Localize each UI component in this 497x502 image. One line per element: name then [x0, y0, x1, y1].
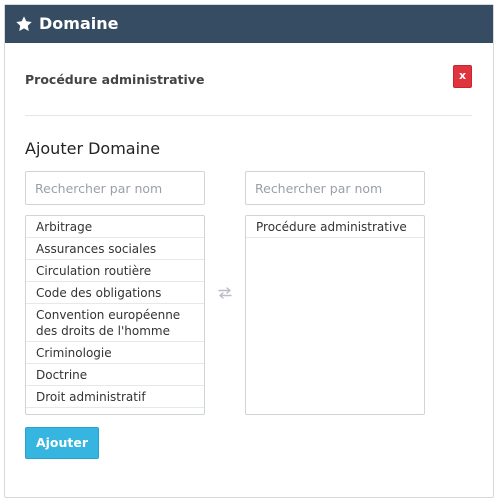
- list-item-arbitrage[interactable]: Arbitrage: [26, 216, 204, 238]
- remove-button[interactable]: x: [453, 65, 472, 88]
- list-item-droit-administratif[interactable]: Droit administratif: [26, 386, 204, 408]
- star-icon: [16, 16, 32, 32]
- selected-domains-list[interactable]: Procédure administrative: [245, 215, 425, 415]
- add-domain-button[interactable]: Ajouter: [25, 427, 99, 459]
- divider: [25, 115, 472, 116]
- panel-title: Domaine: [39, 14, 119, 33]
- list-item-doctrine[interactable]: Doctrine: [26, 364, 204, 386]
- list-item-procedure-administrative[interactable]: Procédure administrative: [246, 216, 424, 238]
- selected-item-title: Procédure administrative: [25, 72, 205, 87]
- list-item-assurances-sociales[interactable]: Assurances sociales: [26, 238, 204, 260]
- list-item-criminologie[interactable]: Criminologie: [26, 342, 204, 364]
- list-item-convention-europeenne[interactable]: Convention européenne des droits de l'ho…: [26, 304, 204, 342]
- panel-header: Domaine: [5, 5, 493, 43]
- domain-panel: Domaine Procédure administrative x Ajout…: [4, 4, 494, 498]
- selected-search-input[interactable]: [245, 171, 425, 205]
- list-item-circulation-routiere[interactable]: Circulation routière: [26, 260, 204, 282]
- transfer-arrows-icon[interactable]: [217, 287, 233, 299]
- available-search-input[interactable]: [25, 171, 205, 205]
- available-domains-list[interactable]: Arbitrage Assurances sociales Circulatio…: [25, 215, 205, 415]
- add-domain-title: Ajouter Domaine: [25, 139, 161, 158]
- list-item-code-des-obligations[interactable]: Code des obligations: [26, 282, 204, 304]
